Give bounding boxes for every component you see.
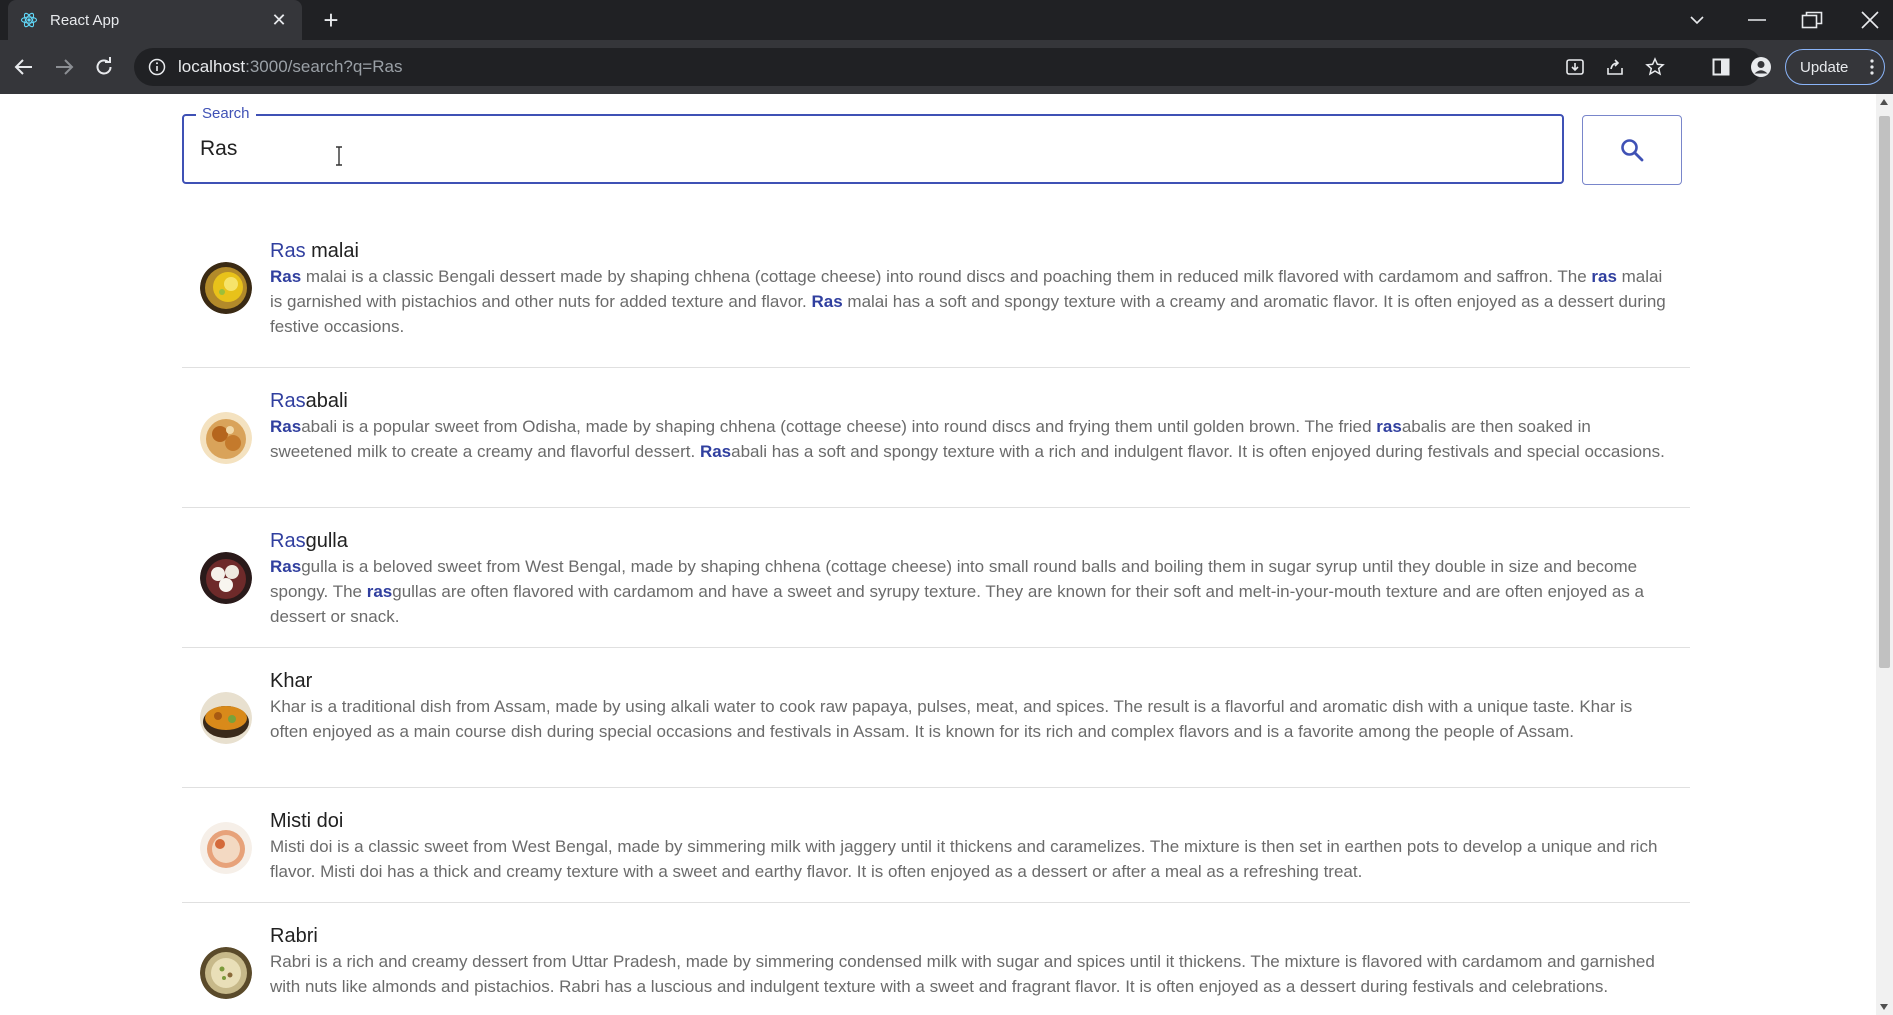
rasabali-image [200, 412, 252, 464]
share-icon[interactable] [1604, 56, 1626, 78]
page-content: Search Ras malai Ras malai is a classic … [0, 94, 1876, 1015]
reload-icon[interactable] [90, 53, 118, 81]
search-input[interactable] [200, 130, 1540, 168]
minimize-icon[interactable] [1742, 6, 1772, 34]
back-arrow-icon[interactable] [10, 53, 38, 81]
page-scrollbar[interactable] [1876, 94, 1893, 1015]
tab-search-chevron-icon[interactable] [1682, 6, 1712, 34]
browser-toolbar: localhost:3000/search?q=Ras Update [0, 40, 1893, 94]
ras-malai-image [200, 262, 252, 314]
close-window-icon[interactable] [1855, 6, 1885, 34]
result-description: Misti doi is a classic sweet from West B… [270, 837, 1658, 881]
search-label: Search [196, 105, 256, 122]
forward-arrow-icon[interactable] [50, 53, 78, 81]
install-app-icon[interactable] [1564, 56, 1586, 78]
list-item[interactable]: Misti doi Misti doi is a classic sweet f… [182, 788, 1690, 903]
list-item[interactable]: Khar Khar is a traditional dish from Ass… [182, 648, 1690, 788]
profile-avatar-icon[interactable] [1748, 53, 1774, 81]
bookmark-star-icon[interactable] [1644, 56, 1666, 78]
search-field[interactable]: Search [182, 105, 1564, 184]
info-icon[interactable] [148, 58, 166, 76]
rasgulla-image [200, 552, 252, 604]
result-description: Ras malai is a classic Bengali dessert m… [270, 267, 1666, 336]
scroll-up-arrow-icon[interactable] [1880, 99, 1888, 105]
results-list: Ras malai Ras malai is a classic Bengali… [182, 228, 1690, 1015]
scroll-down-arrow-icon[interactable] [1880, 1004, 1888, 1010]
text-cursor-icon [336, 146, 342, 166]
search-button[interactable] [1582, 115, 1682, 185]
result-title[interactable]: Rasabali [270, 368, 1670, 414]
list-item[interactable]: Ras malai Ras malai is a classic Bengali… [182, 228, 1690, 368]
search-icon [1621, 139, 1644, 162]
result-description: Rabri is a rich and creamy dessert from … [270, 952, 1655, 996]
side-panel-icon[interactable] [1708, 53, 1734, 81]
list-item[interactable]: Rasgulla Rasgulla is a beloved sweet fro… [182, 508, 1690, 648]
more-menu-icon[interactable] [1870, 59, 1874, 75]
tab-title: React App [50, 11, 120, 29]
list-item[interactable]: Rabri Rabri is a rich and creamy dessert… [182, 903, 1690, 1015]
tab-close-icon[interactable]: ✕ [268, 9, 290, 31]
rabri-image [200, 947, 252, 999]
tab-strip: React App ✕ + [0, 0, 1893, 40]
result-description: Rasabali is a popular sweet from Odisha,… [270, 417, 1665, 461]
result-title[interactable]: Rasgulla [270, 508, 1670, 554]
update-button[interactable]: Update [1785, 49, 1885, 85]
result-description: Khar is a traditional dish from Assam, m… [270, 697, 1633, 741]
restore-icon[interactable] [1797, 6, 1827, 34]
url-text[interactable]: localhost:3000/search?q=Ras [178, 57, 402, 77]
new-tab-icon[interactable]: + [318, 7, 344, 33]
result-title[interactable]: Misti doi [270, 788, 1670, 834]
scrollbar-thumb[interactable] [1879, 116, 1890, 668]
update-label: Update [1800, 58, 1849, 76]
result-description: Rasgulla is a beloved sweet from West Be… [270, 557, 1644, 626]
misti-doi-image [200, 822, 252, 874]
address-bar[interactable]: localhost:3000/search?q=Ras [134, 48, 1762, 86]
result-title[interactable]: Ras malai [270, 228, 1670, 264]
result-title[interactable]: Khar [270, 648, 1670, 694]
khar-image [200, 692, 252, 744]
tab-react-app[interactable]: React App ✕ [8, 0, 302, 40]
result-title[interactable]: Rabri [270, 903, 1670, 949]
list-item[interactable]: Rasabali Rasabali is a popular sweet fro… [182, 368, 1690, 508]
react-logo-icon [20, 12, 38, 28]
